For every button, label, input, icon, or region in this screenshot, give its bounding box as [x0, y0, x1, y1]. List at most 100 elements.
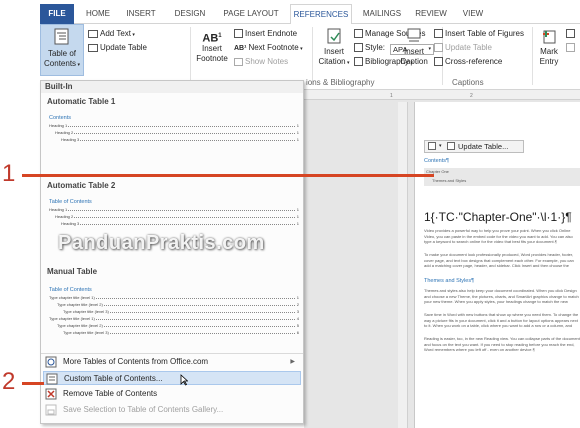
office-web-icon — [45, 356, 57, 368]
vertical-ruler[interactable] — [398, 102, 408, 428]
preview-line: Type chapter title (level 3) 3 — [63, 309, 299, 314]
update-figures-table-label: Update Table — [445, 43, 492, 52]
menu-item-label: Remove Table of Contents — [63, 389, 158, 398]
update-table-button[interactable]: Update Table — [88, 42, 147, 54]
save-selection-to-gallery-menu-item[interactable]: Save Selection to Table of Contents Gall… — [43, 403, 301, 417]
next-footnote-button[interactable]: AB¹ Next Footnote ▾ — [234, 42, 303, 55]
preview-line-leader — [61, 224, 295, 225]
toc-button-label-2-wrap: Contents ▾ — [41, 59, 83, 70]
insert-footnote-label-2: Footnote — [196, 54, 228, 63]
group-separator — [190, 27, 191, 85]
body-paragraph[interactable]: Save time in Word with new buttons that … — [424, 312, 580, 329]
custom-toc-icon — [46, 373, 58, 385]
save-selection-icon — [45, 404, 57, 416]
toc-template-manual[interactable]: Manual Table Table of Contents Type chap… — [43, 265, 301, 349]
template-title: Automatic Table 1 — [47, 97, 116, 106]
preview-line-text: Heading 1 — [49, 207, 68, 212]
preview-line-text: Type chapter title (level 3) — [63, 309, 109, 314]
add-text-button[interactable]: Add Text ▾ — [88, 28, 135, 41]
tab-mailings[interactable]: MAILINGS — [358, 4, 406, 24]
tab-review[interactable]: REVIEW — [410, 4, 452, 24]
tab-home[interactable]: HOME — [80, 4, 116, 24]
preview-line-text: Heading 2 — [55, 214, 74, 219]
tab-design[interactable]: DESIGN — [168, 4, 212, 24]
update-index-icon — [566, 43, 575, 53]
captions-group-label: Captions — [452, 78, 484, 87]
table-of-contents-button[interactable]: Table of Contents ▾ — [40, 24, 84, 76]
update-figures-table-icon — [434, 43, 443, 53]
custom-table-of-contents-menu-item[interactable]: Custom Table of Contents... — [43, 371, 301, 386]
preview-line: Heading 2 1 — [55, 214, 299, 219]
preview-line-text: Heading 3 — [61, 221, 80, 226]
insert-index-button[interactable] — [566, 28, 575, 40]
update-table-control-label[interactable]: Update Table... — [458, 141, 508, 152]
update-index-button[interactable] — [566, 42, 575, 54]
body-paragraph[interactable]: Reading is easier, too, in the new Readi… — [424, 336, 580, 353]
preview-line-page: 1 — [296, 130, 299, 135]
body-paragraph[interactable]: Video provides a powerful way to help yo… — [424, 228, 580, 245]
template-title: Manual Table — [47, 267, 98, 276]
mouse-cursor-icon — [180, 374, 188, 386]
insert-footnote-button[interactable]: AB1 Insert Footnote — [194, 28, 230, 64]
endnote-icon — [234, 29, 243, 39]
update-figures-table-button[interactable]: Update Table — [434, 42, 492, 54]
toc-entry[interactable]: Themes and Styles — [432, 178, 576, 183]
chevron-down-icon: ▾ — [298, 46, 303, 52]
insert-footnote-label-1: Insert — [201, 44, 222, 53]
next-footnote-label: Next Footnote — [248, 43, 299, 52]
preview-line: Type chapter title (level 2) 2 — [57, 302, 299, 307]
insert-table-of-figures-button[interactable]: Insert Table of Figures — [434, 28, 524, 40]
preview-line-leader — [49, 126, 295, 127]
toc-template-automatic-2[interactable]: Automatic Table 2 Table of Contents Head… — [43, 179, 301, 237]
preview-line-page: 6 — [296, 330, 299, 335]
tab-page-layout[interactable]: PAGE LAYOUT — [218, 4, 284, 24]
preview-line: Heading 3 1 — [61, 137, 299, 142]
toc-entry[interactable]: Chapter One — [426, 169, 576, 174]
show-notes-button[interactable]: Show Notes — [234, 56, 288, 68]
preview-line-text: Type chapter title (level 2) — [57, 323, 103, 328]
cross-reference-label: Cross-reference — [445, 57, 503, 66]
mark-entry-button[interactable]: Mark Entry — [534, 28, 564, 67]
preview-line-text: Heading 1 — [49, 123, 68, 128]
preview-line-page: 1 — [296, 207, 299, 212]
horizontal-ruler[interactable]: 1 2 — [304, 90, 580, 100]
chapter-field-code[interactable]: 1{·TC·"Chapter-One"·\l·1·}¶ — [424, 210, 572, 224]
citations-group-label: ions & Bibliography — [306, 78, 375, 87]
table-of-contents-icon — [54, 28, 69, 45]
tab-references[interactable]: REFERENCES — [290, 4, 352, 25]
insert-citation-label-1: Insert — [323, 47, 344, 56]
insert-citation-button[interactable]: Insert Citation ▾ — [316, 28, 352, 68]
citation-icon — [327, 28, 341, 44]
cross-reference-button[interactable]: Cross-reference — [434, 56, 502, 68]
preview-line-page: 1 — [296, 295, 299, 300]
more-tables-of-contents-menu-item[interactable]: More Tables of Contents from Office.com … — [43, 355, 301, 369]
footnote-ab-superscript: 1 — [218, 33, 222, 39]
insert-caption-label-1: Insert — [403, 47, 424, 56]
preview-heading: Table of Contents — [49, 199, 92, 205]
insert-endnote-button[interactable]: Insert Endnote — [234, 28, 297, 40]
tab-view[interactable]: VIEW — [456, 4, 490, 24]
chevron-down-icon: ▾ — [439, 143, 442, 149]
tab-insert[interactable]: INSERT — [120, 4, 162, 24]
callout-number-2: 2 — [2, 368, 16, 395]
caption-icon — [407, 28, 421, 42]
ribbon-tab-bar: FILE HOME INSERT DESIGN PAGE LAYOUT REFE… — [40, 4, 580, 25]
insert-caption-button[interactable]: Insert Caption — [396, 28, 432, 67]
toc-content-control[interactable]: ▾ Update Table... — [424, 140, 524, 153]
preview-line-leader — [61, 140, 295, 141]
insert-citation-label-2: Citation — [318, 57, 346, 66]
bibliography-icon — [354, 57, 363, 67]
toc-template-automatic-1[interactable]: Automatic Table 1 Contents Heading 1 1 He… — [43, 95, 301, 153]
remove-table-of-contents-menu-item[interactable]: Remove Table of Contents — [43, 387, 301, 401]
mark-entry-label-1: Mark — [540, 47, 558, 56]
preview-heading: Table of Contents — [49, 287, 92, 293]
tab-file[interactable]: FILE — [40, 4, 74, 24]
body-paragraph[interactable]: Themes and styles also help keep your do… — [424, 288, 580, 305]
preview-line: Type chapter title (level 1) 4 — [49, 316, 299, 321]
preview-line-page: 1 — [296, 123, 299, 128]
update-table-label: Update Table — [100, 43, 147, 52]
body-paragraph[interactable]: To make your document look professionall… — [424, 252, 580, 269]
style-icon — [354, 43, 363, 53]
chevron-down-icon: ▾ — [130, 32, 135, 38]
preview-line-page: 2 — [296, 302, 299, 307]
